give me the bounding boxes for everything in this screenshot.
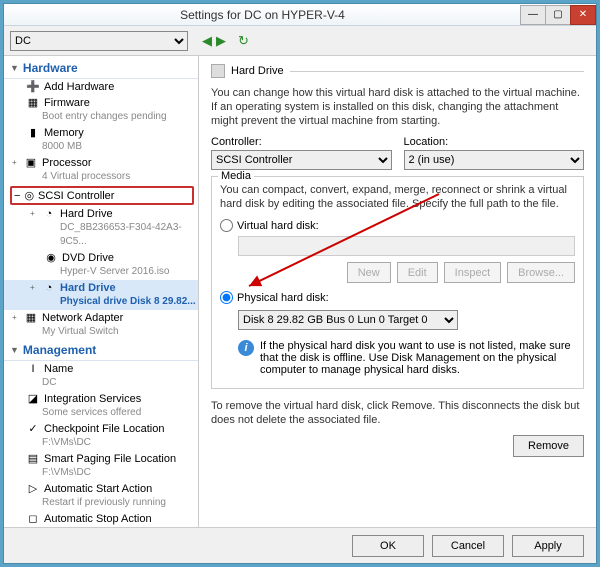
sidebar-item-dvd-drive[interactable]: ◉DVD Drive Hyper-V Server 2016.iso — [4, 250, 198, 280]
nav-next-icon[interactable]: ▶ — [216, 33, 226, 49]
sidebar-item-scsi-controller[interactable]: −◎SCSI Controller — [10, 186, 194, 205]
media-legend: Media — [218, 170, 254, 182]
panel-header: Hard Drive — [211, 64, 584, 78]
processor-icon: ▣ — [24, 156, 38, 170]
physical-disk-select[interactable]: Disk 8 29.82 GB Bus 0 Lun 0 Target 0 — [238, 310, 458, 330]
scsi-icon: ◎ — [24, 189, 34, 202]
expand-icon[interactable]: + — [30, 281, 38, 295]
sidebar-item-name[interactable]: IName DC — [4, 361, 198, 391]
collapse-icon: ▼ — [10, 345, 19, 355]
info-icon: i — [238, 340, 254, 356]
sidebar-item-network-adapter[interactable]: +▦Network Adapter My Virtual Switch — [4, 310, 198, 340]
management-section-header[interactable]: ▼ Management — [4, 340, 198, 361]
new-button[interactable]: New — [347, 262, 391, 283]
nav-prev-icon[interactable]: ◀ — [202, 33, 212, 49]
remove-description: To remove the virtual hard disk, click R… — [211, 399, 584, 427]
sidebar-item-auto-stop[interactable]: ◻Automatic Stop Action Save — [4, 511, 198, 527]
sidebar: ▼ Hardware ➕Add Hardware ▦Firmware Boot … — [4, 56, 199, 527]
content-panel: Hard Drive You can change how this virtu… — [199, 56, 596, 527]
virtual-disk-label: Virtual hard disk: — [237, 220, 319, 232]
virtual-disk-radio[interactable] — [220, 219, 233, 232]
add-icon: ➕ — [26, 80, 40, 94]
disk-icon: ◔ — [42, 281, 56, 295]
window-title: Settings for DC on HYPER-V-4 — [4, 8, 521, 22]
location-label: Location: — [404, 136, 585, 148]
hard-drive-icon — [211, 64, 225, 78]
toolbar: DC ◀ ▶ ↻ — [4, 26, 596, 56]
vm-selector[interactable]: DC — [10, 31, 188, 51]
inspect-button[interactable]: Inspect — [444, 262, 501, 283]
apply-button[interactable]: Apply — [512, 535, 584, 557]
location-select[interactable]: 2 (in use) — [404, 150, 585, 170]
edit-button[interactable]: Edit — [397, 262, 438, 283]
controller-select[interactable]: SCSI Controller — [211, 150, 392, 170]
sidebar-item-hard-drive-2[interactable]: +◔Hard Drive Physical drive Disk 8 29.82… — [4, 280, 198, 310]
info-text: If the physical hard disk you want to us… — [260, 340, 575, 376]
minimize-button[interactable]: — — [520, 5, 546, 25]
start-icon: ▷ — [26, 482, 40, 496]
disk-icon: ◔ — [42, 207, 56, 221]
hardware-section-header[interactable]: ▼ Hardware — [4, 58, 198, 79]
sidebar-item-checkpoint-location[interactable]: ✓Checkpoint File Location F:\VMs\DC — [4, 421, 198, 451]
expand-icon[interactable]: + — [12, 311, 20, 325]
sidebar-item-auto-start[interactable]: ▷Automatic Start Action Restart if previ… — [4, 481, 198, 511]
remove-button[interactable]: Remove — [513, 435, 584, 457]
settings-window: Settings for DC on HYPER-V-4 — ▢ ✕ DC ◀ … — [3, 3, 597, 564]
vhd-path-input — [238, 236, 575, 256]
controller-label: Controller: — [211, 136, 392, 148]
physical-disk-radio[interactable] — [220, 291, 233, 304]
services-icon: ◪ — [26, 392, 40, 406]
expand-icon[interactable]: + — [12, 156, 20, 170]
checkpoint-icon: ✓ — [26, 422, 40, 436]
paging-icon: ▤ — [26, 452, 40, 466]
dvd-icon: ◉ — [44, 251, 58, 265]
close-button[interactable]: ✕ — [570, 5, 596, 25]
sidebar-item-integration-services[interactable]: ◪Integration Services Some services offe… — [4, 391, 198, 421]
sidebar-item-smart-paging[interactable]: ▤Smart Paging File Location F:\VMs\DC — [4, 451, 198, 481]
name-icon: I — [26, 362, 40, 376]
cancel-button[interactable]: Cancel — [432, 535, 504, 557]
network-icon: ▦ — [24, 311, 38, 325]
sidebar-item-add-hardware[interactable]: ➕Add Hardware — [4, 79, 198, 95]
media-fieldset: Media You can compact, convert, expand, … — [211, 176, 584, 389]
media-description: You can compact, convert, expand, merge,… — [220, 183, 575, 211]
collapse-icon: ▼ — [10, 63, 19, 73]
sidebar-item-hard-drive-1[interactable]: +◔Hard Drive DC_8B236653-F304-42A3-9C5..… — [4, 206, 198, 250]
maximize-button[interactable]: ▢ — [545, 5, 571, 25]
physical-disk-label: Physical hard disk: — [237, 292, 329, 304]
collapse-icon[interactable]: − — [14, 190, 20, 202]
expand-icon[interactable]: + — [30, 207, 38, 221]
sidebar-item-memory[interactable]: ▮Memory 8000 MB — [4, 125, 198, 155]
firmware-icon: ▦ — [26, 96, 40, 110]
panel-description: You can change how this virtual hard dis… — [211, 86, 584, 128]
footer: OK Cancel Apply — [4, 527, 596, 563]
refresh-icon[interactable]: ↻ — [238, 33, 249, 49]
sidebar-item-firmware[interactable]: ▦Firmware Boot entry changes pending — [4, 95, 198, 125]
titlebar: Settings for DC on HYPER-V-4 — ▢ ✕ — [4, 4, 596, 26]
sidebar-item-processor[interactable]: +▣Processor 4 Virtual processors — [4, 155, 198, 185]
stop-icon: ◻ — [26, 512, 40, 526]
memory-icon: ▮ — [26, 126, 40, 140]
browse-button[interactable]: Browse... — [507, 262, 575, 283]
ok-button[interactable]: OK — [352, 535, 424, 557]
